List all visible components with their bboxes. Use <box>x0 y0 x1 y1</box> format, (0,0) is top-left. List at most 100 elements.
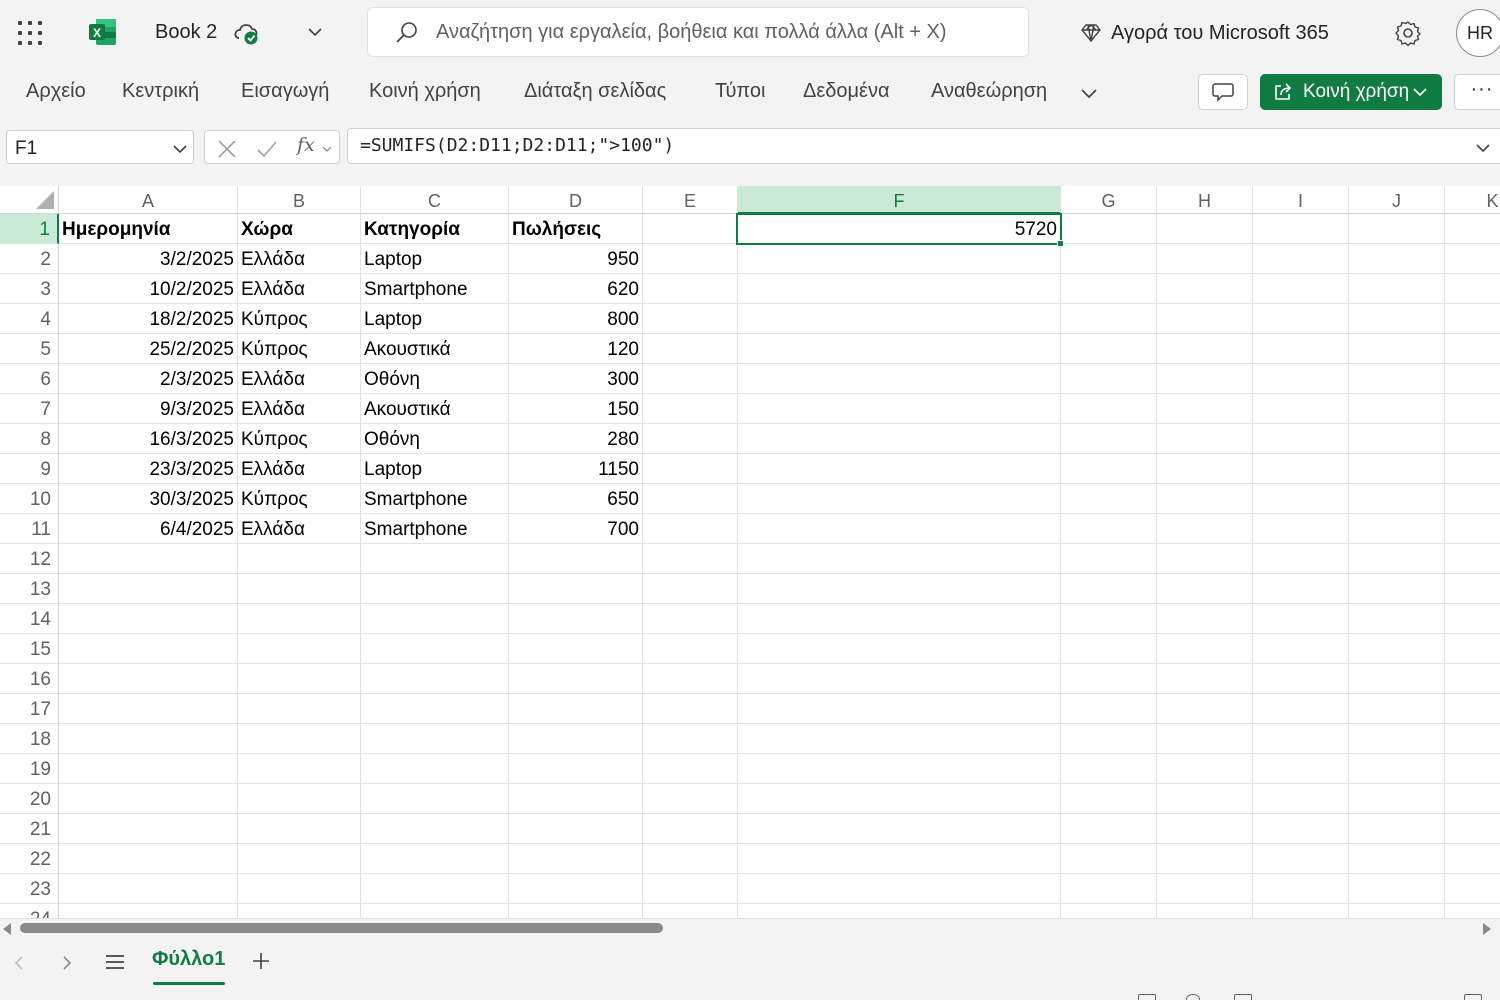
cell-d11[interactable]: 700 <box>509 514 643 544</box>
scroll-right-icon[interactable] <box>1483 923 1491 935</box>
cell-c7[interactable]: Ακουστικά <box>361 394 509 424</box>
cell-g6[interactable] <box>1061 364 1157 394</box>
row-header-19[interactable]: 19 <box>0 754 59 784</box>
cell-j2[interactable] <box>1349 244 1445 274</box>
cell-d17[interactable] <box>509 694 643 724</box>
cell-c8[interactable]: Οθόνη <box>361 424 509 454</box>
cell-a2[interactable]: 3/2/2025 <box>59 244 238 274</box>
cell-h16[interactable] <box>1157 664 1253 694</box>
column-header-h[interactable]: H <box>1157 186 1253 214</box>
cell-g10[interactable] <box>1061 484 1157 514</box>
cell-e10[interactable] <box>643 484 738 514</box>
cell-a14[interactable] <box>59 604 238 634</box>
column-header-b[interactable]: B <box>238 186 361 214</box>
column-header-g[interactable]: G <box>1061 186 1157 214</box>
cell-c22[interactable] <box>361 844 509 874</box>
row-header-11[interactable]: 11 <box>0 514 59 544</box>
cell-j12[interactable] <box>1349 544 1445 574</box>
cell-e9[interactable] <box>643 454 738 484</box>
row-header-21[interactable]: 21 <box>0 814 59 844</box>
tab-data[interactable]: Δεδομένα <box>803 80 890 103</box>
cell-g17[interactable] <box>1061 694 1157 724</box>
cell-h22[interactable] <box>1157 844 1253 874</box>
tab-formulas[interactable]: Τύποι <box>715 80 766 103</box>
cell-h12[interactable] <box>1157 544 1253 574</box>
cell-h23[interactable] <box>1157 874 1253 904</box>
cell-a3[interactable]: 10/2/2025 <box>59 274 238 304</box>
cell-h21[interactable] <box>1157 814 1253 844</box>
cell-b5[interactable]: Κύπρος <box>238 334 361 364</box>
cell-h19[interactable] <box>1157 754 1253 784</box>
cell-h8[interactable] <box>1157 424 1253 454</box>
cell-b2[interactable]: Ελλάδα <box>238 244 361 274</box>
fill-handle[interactable] <box>1057 240 1064 247</box>
cell-i4[interactable] <box>1253 304 1349 334</box>
cell-k21[interactable] <box>1445 814 1500 844</box>
cell-b4[interactable]: Κύπρος <box>238 304 361 334</box>
cell-g5[interactable] <box>1061 334 1157 364</box>
cell-b6[interactable]: Ελλάδα <box>238 364 361 394</box>
row-header-2[interactable]: 2 <box>0 244 59 274</box>
cell-h24[interactable] <box>1157 904 1253 918</box>
cell-f2[interactable] <box>738 244 1061 274</box>
cell-e21[interactable] <box>643 814 738 844</box>
cell-d20[interactable] <box>509 784 643 814</box>
tab-home[interactable]: Κεντρική <box>122 80 199 103</box>
cell-k16[interactable] <box>1445 664 1500 694</box>
cell-i23[interactable] <box>1253 874 1349 904</box>
cell-d9[interactable]: 1150 <box>509 454 643 484</box>
cell-a8[interactable]: 16/3/2025 <box>59 424 238 454</box>
cell-d5[interactable]: 120 <box>509 334 643 364</box>
view-icon[interactable] <box>1138 994 1156 1000</box>
cell-i18[interactable] <box>1253 724 1349 754</box>
cell-k2[interactable] <box>1445 244 1500 274</box>
cell-d12[interactable] <box>509 544 643 574</box>
cell-j3[interactable] <box>1349 274 1445 304</box>
cell-a20[interactable] <box>59 784 238 814</box>
row-header-6[interactable]: 6 <box>0 364 59 394</box>
cell-f15[interactable] <box>738 634 1061 664</box>
cell-f5[interactable] <box>738 334 1061 364</box>
cell-c3[interactable]: Smartphone <box>361 274 509 304</box>
cell-d4[interactable]: 800 <box>509 304 643 334</box>
column-header-j[interactable]: J <box>1349 186 1445 214</box>
cell-f21[interactable] <box>738 814 1061 844</box>
cell-g13[interactable] <box>1061 574 1157 604</box>
cell-c15[interactable] <box>361 634 509 664</box>
cell-f18[interactable] <box>738 724 1061 754</box>
cell-h6[interactable] <box>1157 364 1253 394</box>
cell-j15[interactable] <box>1349 634 1445 664</box>
cell-c24[interactable] <box>361 904 509 918</box>
app-launcher-icon[interactable] <box>18 21 42 45</box>
cell-g16[interactable] <box>1061 664 1157 694</box>
cell-e15[interactable] <box>643 634 738 664</box>
cell-h13[interactable] <box>1157 574 1253 604</box>
cell-b10[interactable]: Κύπρος <box>238 484 361 514</box>
cell-e18[interactable] <box>643 724 738 754</box>
cell-c13[interactable] <box>361 574 509 604</box>
cell-b8[interactable]: Κύπρος <box>238 424 361 454</box>
tab-share[interactable]: Κοινή χρήση <box>369 80 481 103</box>
cell-g20[interactable] <box>1061 784 1157 814</box>
cell-d14[interactable] <box>509 604 643 634</box>
check-icon[interactable] <box>255 137 279 161</box>
cell-k19[interactable] <box>1445 754 1500 784</box>
cell-b24[interactable] <box>238 904 361 918</box>
scroll-left-icon[interactable] <box>3 923 11 935</box>
row-header-24[interactable]: 24 <box>0 904 59 918</box>
cell-f3[interactable] <box>738 274 1061 304</box>
cell-d18[interactable] <box>509 724 643 754</box>
cell-g12[interactable] <box>1061 544 1157 574</box>
cell-e17[interactable] <box>643 694 738 724</box>
row-header-22[interactable]: 22 <box>0 844 59 874</box>
cell-j5[interactable] <box>1349 334 1445 364</box>
cell-e4[interactable] <box>643 304 738 334</box>
cell-k17[interactable] <box>1445 694 1500 724</box>
cell-i21[interactable] <box>1253 814 1349 844</box>
more-options-button[interactable]: ··· <box>1454 74 1500 110</box>
cell-k20[interactable] <box>1445 784 1500 814</box>
cell-h2[interactable] <box>1157 244 1253 274</box>
cell-f20[interactable] <box>738 784 1061 814</box>
cell-i8[interactable] <box>1253 424 1349 454</box>
cell-j18[interactable] <box>1349 724 1445 754</box>
